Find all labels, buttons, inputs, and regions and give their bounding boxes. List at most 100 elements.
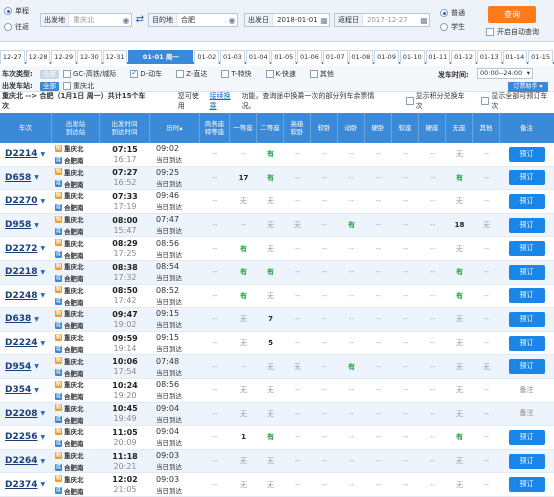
date-tab[interactable]: 01-11	[425, 50, 451, 64]
book-button[interactable]: 预订	[508, 429, 545, 445]
chevron-down-icon[interactable]: ▼	[41, 434, 46, 441]
train-number[interactable]: D658	[5, 173, 31, 183]
book-button[interactable]: 预订	[508, 217, 545, 233]
col-time[interactable]: 出发时间 到达时间	[100, 113, 150, 143]
book-button[interactable]: 预订	[508, 264, 545, 280]
from-field[interactable]: 出发地 重庆北 ◉	[40, 13, 132, 27]
train-number[interactable]: D354	[5, 385, 31, 395]
train-number-cell[interactable]: D2248 ▼	[0, 285, 52, 308]
train-type-option[interactable]: K-快速	[265, 69, 296, 79]
train-number[interactable]: D954	[5, 362, 31, 372]
date-tab-selected[interactable]: 01-01 周一	[128, 50, 194, 64]
show-all-checkbox[interactable]: 显示全部可预订车次	[481, 91, 554, 111]
train-number-cell[interactable]: D2218 ▼	[0, 261, 52, 284]
station-option[interactable]: 重庆北	[63, 81, 94, 91]
show-points-checkbox[interactable]: 显示积分兑换车次	[405, 91, 472, 111]
chevron-down-icon[interactable]: ▼	[41, 481, 46, 488]
return-date-value[interactable]: 2017-12-27	[363, 16, 419, 24]
date-tab[interactable]: 01-09	[374, 50, 399, 64]
col-train[interactable]: 车次	[0, 113, 52, 143]
train-number[interactable]: D2224	[5, 338, 38, 348]
date-tab[interactable]: 12-27	[0, 50, 25, 64]
train-number-cell[interactable]: D2270 ▼	[0, 190, 52, 213]
book-button[interactable]: 预订	[508, 477, 545, 493]
train-number[interactable]: D2214	[5, 149, 38, 159]
date-tab[interactable]: 01-15	[528, 50, 553, 64]
train-number-cell[interactable]: D954 ▼	[0, 355, 52, 378]
passenger-normal-radio[interactable]: 普通	[440, 8, 465, 18]
book-button[interactable]: 预订	[508, 359, 545, 375]
train-number[interactable]: D638	[5, 314, 31, 324]
chevron-down-icon[interactable]: ▼	[34, 174, 39, 181]
depart-date-value[interactable]: 2018-01-01	[273, 16, 319, 24]
book-button[interactable]: 预订	[508, 170, 545, 186]
book-button[interactable]: 预订	[508, 146, 545, 162]
book-button[interactable]: 预订	[508, 288, 545, 304]
date-tab[interactable]: 01-13	[476, 50, 502, 64]
date-tab[interactable]: 01-07	[322, 50, 348, 64]
chevron-down-icon[interactable]: ▼	[41, 269, 46, 276]
col-duration[interactable]: 历时 ▴	[150, 113, 200, 143]
train-number-cell[interactable]: D354 ▼	[0, 379, 52, 402]
train-type-option[interactable]: 其他	[309, 69, 334, 79]
book-button[interactable]: 预订	[508, 193, 545, 209]
train-number[interactable]: D2248	[5, 291, 38, 301]
book-button[interactable]: 预订	[508, 311, 545, 327]
chevron-down-icon[interactable]: ▼	[41, 292, 46, 299]
train-number[interactable]: D2218	[5, 267, 38, 277]
swap-stations-icon[interactable]: ⇄	[134, 14, 146, 26]
chevron-down-icon[interactable]: ▼	[41, 340, 46, 347]
station-all-tag[interactable]: 全部	[40, 81, 59, 91]
book-button[interactable]: 预订	[508, 241, 545, 257]
date-tab[interactable]: 01-12	[451, 50, 476, 64]
train-number-cell[interactable]: D958 ▼	[0, 214, 52, 237]
train-number[interactable]: D958	[5, 220, 31, 230]
from-value[interactable]: 重庆北	[69, 15, 121, 25]
to-value[interactable]: 合肥	[177, 15, 227, 25]
chevron-down-icon[interactable]: ▼	[41, 410, 46, 417]
date-tab[interactable]: 01-04	[245, 50, 271, 64]
chevron-down-icon[interactable]: ▼	[34, 363, 39, 370]
trip-round-radio[interactable]: 往返	[4, 22, 29, 32]
date-tab[interactable]: 01-08	[348, 50, 374, 64]
train-number[interactable]: D2374	[5, 480, 38, 490]
chevron-down-icon[interactable]: ▼	[41, 458, 46, 465]
train-number[interactable]: D2256	[5, 432, 38, 442]
train-type-all-tag[interactable]: 全部	[40, 69, 59, 79]
chevron-down-icon[interactable]: ▼	[41, 198, 46, 205]
train-type-option[interactable]: T-特快	[221, 69, 252, 79]
depart-time-select[interactable]: 00:00--24:00 ▾	[477, 68, 533, 79]
date-tab[interactable]: 01-05	[271, 50, 297, 64]
train-number-cell[interactable]: D2214 ▼	[0, 143, 52, 166]
date-tab[interactable]: 01-14	[502, 50, 528, 64]
date-tab[interactable]: 12-29	[51, 50, 77, 64]
date-tab[interactable]: 01-02	[194, 50, 220, 64]
train-number-cell[interactable]: D2208 ▼	[0, 403, 52, 426]
chevron-down-icon[interactable]: ▼	[41, 151, 46, 158]
trip-single-radio[interactable]: 单程	[4, 6, 29, 16]
book-button[interactable]: 预订	[508, 335, 545, 351]
depart-date-field[interactable]: 出发日 2018-01-01 ▦	[244, 13, 330, 27]
train-number[interactable]: D2208	[5, 409, 38, 419]
train-number[interactable]: D2272	[5, 244, 38, 254]
date-tab[interactable]: 12-28	[25, 50, 51, 64]
passenger-student-radio[interactable]: 学生	[440, 22, 465, 32]
transfer-link[interactable]: 接续换乘	[210, 91, 238, 111]
col-station[interactable]: 出发站 到达站	[52, 113, 100, 143]
train-number-cell[interactable]: D2272 ▼	[0, 237, 52, 260]
train-number[interactable]: D2270	[5, 196, 38, 206]
chevron-down-icon[interactable]: ▼	[34, 316, 39, 323]
train-type-option[interactable]: GC-高铁/城际	[63, 69, 116, 79]
date-tab[interactable]: 01-10	[399, 50, 425, 64]
date-tab[interactable]: 12-30	[77, 50, 102, 64]
train-number-cell[interactable]: D2264 ▼	[0, 450, 52, 473]
train-type-option[interactable]: D-动车	[130, 69, 162, 79]
train-number-cell[interactable]: D2256 ▼	[0, 426, 52, 449]
train-number-cell[interactable]: D2224 ▼	[0, 332, 52, 355]
auto-query-checkbox[interactable]: 开启自动查询	[486, 27, 539, 37]
date-tab[interactable]: 12-31	[102, 50, 128, 64]
chevron-down-icon[interactable]: ▼	[34, 222, 39, 229]
train-number-cell[interactable]: D658 ▼	[0, 167, 52, 190]
train-type-option[interactable]: Z-直达	[176, 69, 207, 79]
train-number[interactable]: D2264	[5, 456, 38, 466]
